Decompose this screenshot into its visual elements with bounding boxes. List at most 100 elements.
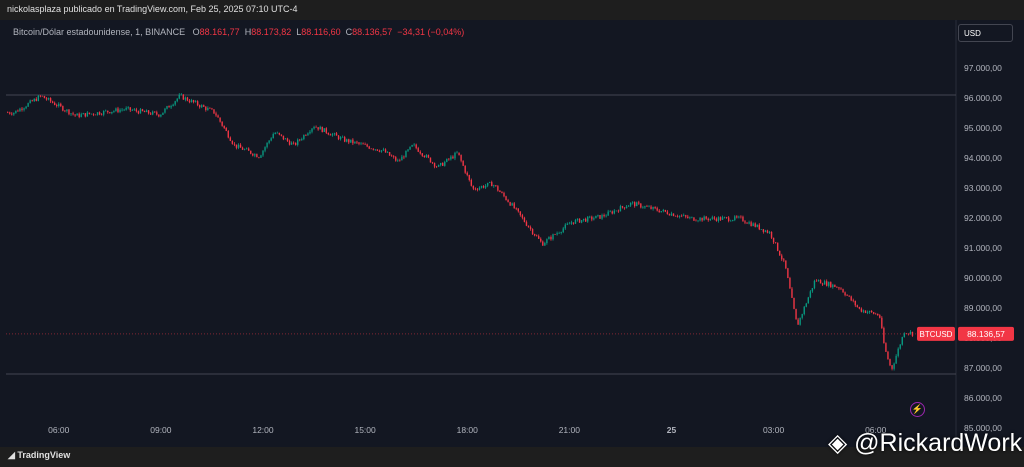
publisher-text: nickolasplaza publicado en TradingView.c… — [7, 4, 298, 14]
candle-body — [327, 132, 330, 135]
candle-body — [482, 186, 485, 188]
candle-body — [107, 110, 109, 113]
chart-area[interactable]: 98.000,0097.000,0096.000,0095.000,0094.0… — [6, 20, 1024, 447]
candle-body — [170, 106, 172, 108]
candle-body — [192, 100, 195, 103]
candle-body — [96, 112, 99, 115]
candle-body — [23, 108, 25, 110]
candle-body — [881, 317, 883, 329]
candle-body — [603, 215, 605, 217]
candle-body — [31, 100, 33, 102]
candle-body — [719, 217, 722, 220]
candle-body — [642, 207, 644, 209]
ohlc-legend: Bitcoin/Dólar estadounidense, 1, BINANCE… — [13, 27, 464, 37]
candle-body — [683, 215, 685, 216]
candle-body — [613, 210, 615, 214]
candle-body — [770, 231, 773, 238]
candle-body — [182, 94, 185, 100]
candle-body — [139, 109, 142, 114]
candle-body — [395, 157, 397, 161]
candle-body — [62, 106, 64, 111]
candle-body — [446, 158, 448, 162]
candle-body — [862, 310, 865, 312]
candle-body — [872, 312, 875, 314]
candle-body — [803, 306, 805, 315]
x-tick-label: 18:00 — [457, 425, 479, 435]
currency-button[interactable]: USD — [958, 24, 1013, 42]
open-label: O — [192, 27, 200, 37]
candle-body — [789, 278, 791, 289]
candle-body — [174, 101, 176, 105]
candle-body — [785, 260, 787, 269]
candle-body — [877, 313, 879, 316]
candle-body — [343, 137, 346, 142]
candle-body — [552, 234, 554, 240]
candle-body — [239, 144, 242, 148]
candle-body — [407, 149, 409, 151]
candle-body — [386, 152, 389, 153]
candle-body — [564, 224, 566, 229]
candle-body — [433, 162, 436, 167]
candle-body — [644, 206, 646, 208]
candle-body — [734, 216, 736, 221]
candle-body — [307, 133, 309, 136]
candle-body — [754, 223, 756, 227]
candle-body — [370, 148, 372, 150]
candle-body — [235, 144, 238, 148]
candle-body — [860, 308, 863, 312]
candle-body — [625, 206, 628, 209]
candle-body — [646, 206, 648, 207]
candle-body — [72, 113, 74, 115]
candle-body — [53, 102, 56, 106]
candle-body — [678, 215, 681, 217]
publisher-header: nickolasplaza publicado en TradingView.c… — [0, 0, 1024, 20]
candle-body — [227, 130, 229, 138]
candle-body — [129, 107, 131, 111]
candle-body — [317, 127, 319, 130]
candle-body — [309, 131, 311, 134]
candle-body — [299, 139, 301, 141]
candle-body — [37, 95, 40, 101]
candle-body — [68, 109, 70, 115]
candle-body — [113, 110, 115, 112]
change-value: −34,31 (−0,04%) — [397, 27, 465, 37]
price-chart[interactable]: 98.000,0097.000,0096.000,0095.000,0094.0… — [6, 20, 1024, 447]
candle-body — [691, 217, 693, 218]
candle-body — [450, 156, 452, 160]
candle-body — [756, 224, 758, 227]
candle-body — [813, 280, 816, 289]
lightning-icon[interactable]: ⚡ — [910, 402, 925, 417]
candle-body — [791, 288, 793, 298]
candle-body — [15, 110, 17, 113]
candle-body — [205, 106, 207, 110]
candle-body — [830, 282, 832, 288]
candle-body — [211, 108, 213, 110]
candle-body — [25, 106, 27, 109]
candle-body — [149, 113, 152, 115]
candle-body — [74, 114, 76, 116]
y-tick-label: 89.000,00 — [964, 303, 1002, 313]
candle-body — [664, 209, 667, 212]
candle-body — [844, 292, 846, 296]
candle-body — [94, 114, 97, 116]
candle-body — [270, 138, 272, 141]
candle-body — [117, 108, 119, 112]
candle-body — [568, 223, 571, 225]
candle-body — [123, 109, 125, 111]
candle-body — [879, 315, 881, 318]
candle-body — [701, 217, 703, 221]
candle-body — [891, 365, 893, 369]
candle-body — [105, 110, 107, 112]
candle-body — [250, 150, 252, 154]
candle-body — [666, 211, 669, 215]
candle-body — [460, 155, 462, 161]
candle-body — [100, 114, 103, 116]
candle-body — [262, 150, 264, 156]
candle-body — [713, 217, 716, 219]
y-tick-label: 91.000,00 — [964, 243, 1002, 253]
candle-body — [368, 146, 370, 149]
candle-body — [51, 101, 54, 103]
candle-body — [358, 142, 360, 144]
candle-body — [593, 218, 595, 220]
candle-body — [668, 214, 671, 216]
